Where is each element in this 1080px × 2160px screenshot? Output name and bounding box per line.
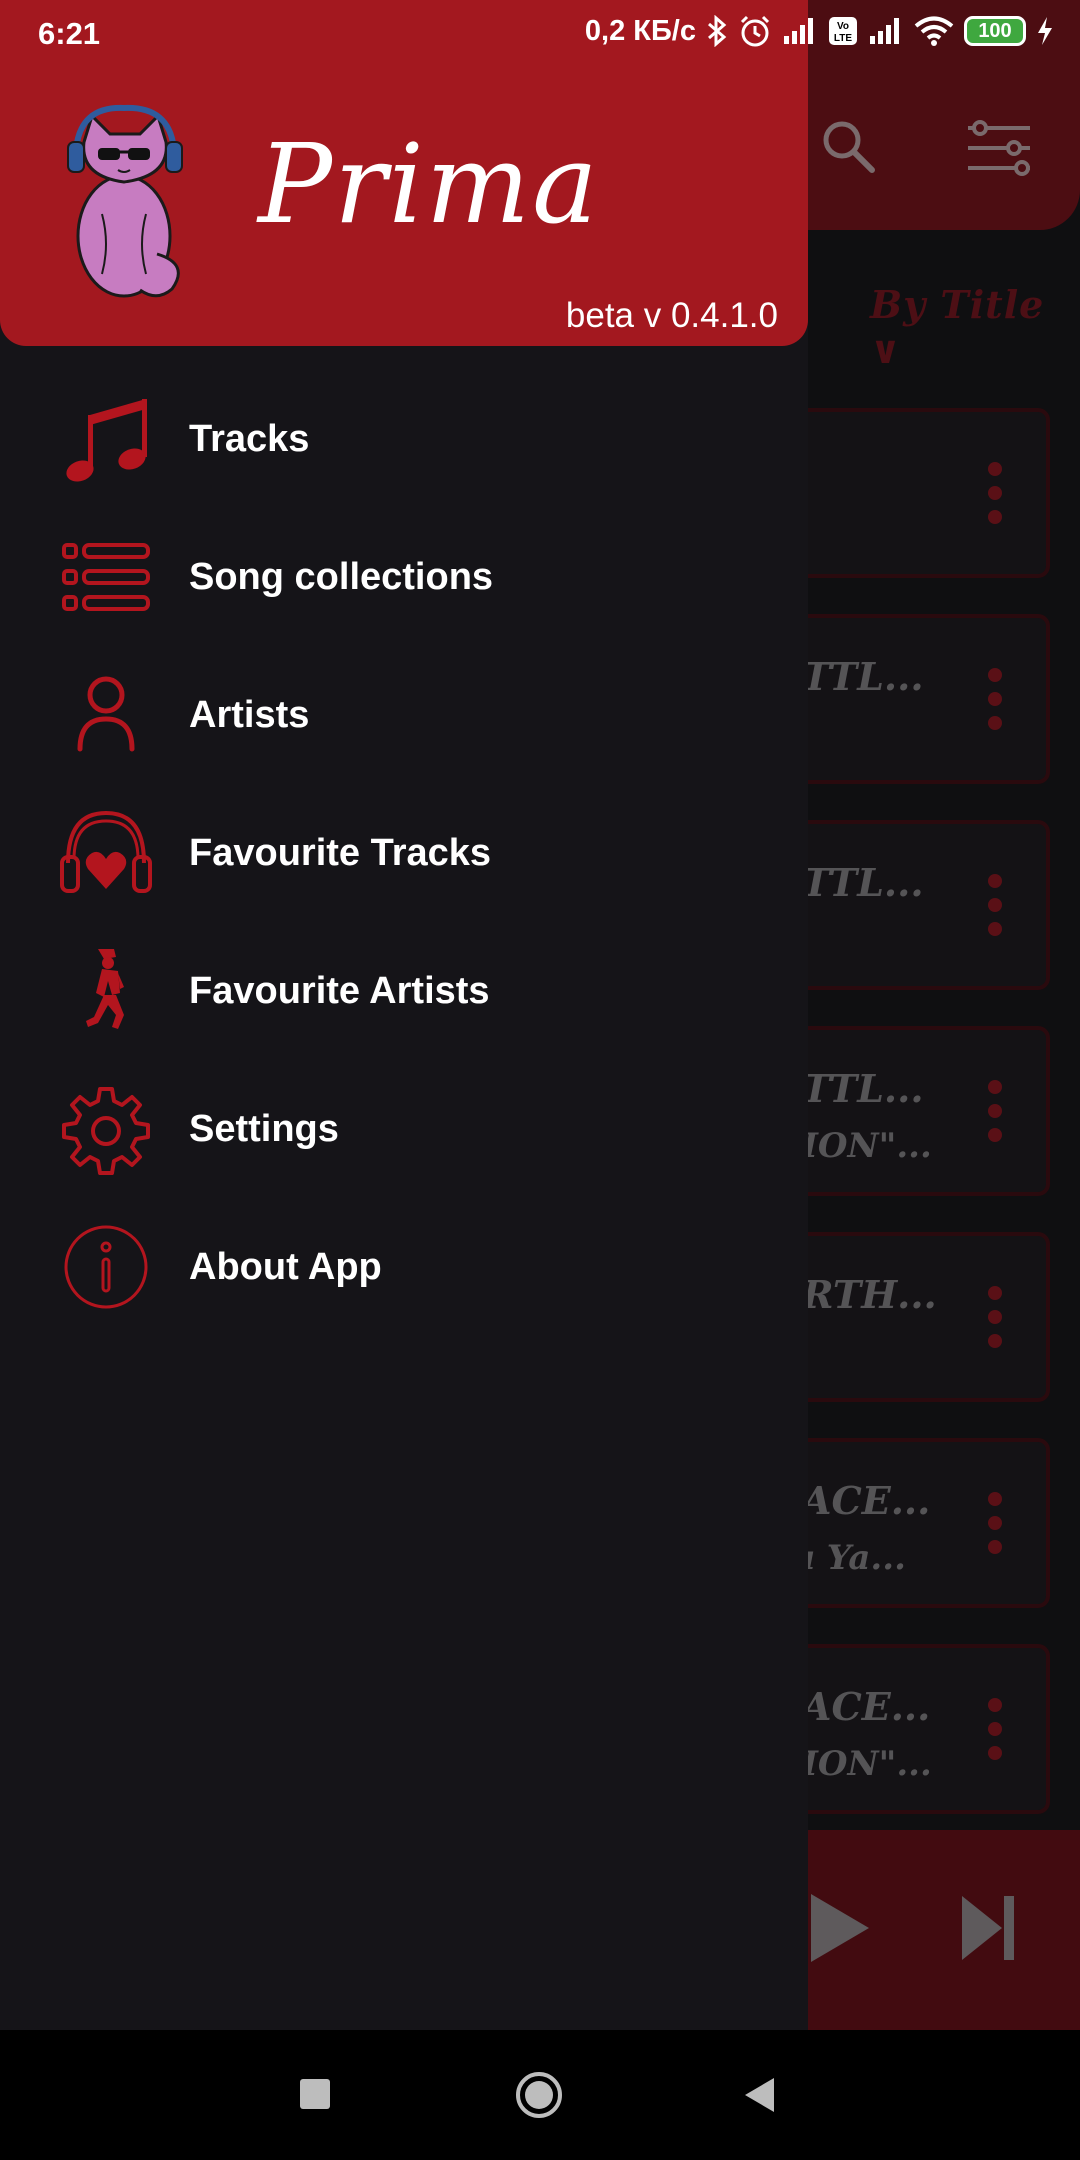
charging-icon [1038,17,1052,45]
gear-icon [58,1081,154,1177]
menu-item-settings[interactable]: Settings [0,1060,808,1198]
alarm-icon [740,15,770,47]
menu-label-favourite-artists: Favourite Artists [189,969,490,1012]
home-button[interactable] [514,2070,564,2120]
menu-label-favourite-tracks: Favourite Tracks [189,831,492,874]
status-time: 6:21 [38,16,101,51]
app-version: beta v 0.4.1.0 [565,296,778,335]
menu-label-about-app: About App [189,1245,382,1288]
more-options-icon[interactable] [988,874,1002,946]
play-icon[interactable] [805,1888,875,1968]
system-navigation-bar [0,2030,1080,2160]
more-options-icon[interactable] [988,1080,1002,1152]
menu-item-favourite-artists[interactable]: Favourite Artists [0,922,808,1060]
music-notes-icon [58,391,154,487]
menu-label-settings: Settings [189,1107,339,1150]
network-speed: 0,2 КБ/с [584,14,696,47]
menu-label-tracks: Tracks [189,417,310,460]
app-title: Prima [258,120,600,248]
search-icon[interactable] [820,118,876,174]
menu-item-favourite-tracks[interactable]: Favourite Tracks [0,784,808,922]
recents-button[interactable] [298,2077,332,2111]
menu-item-tracks[interactable]: Tracks [0,370,808,508]
more-options-icon[interactable] [988,1286,1002,1358]
list-icon [58,529,154,625]
svg-text:LTE: LTE [834,33,852,44]
person-icon [58,667,154,763]
info-icon [58,1219,154,1315]
volte-icon: VoLTE [829,17,857,45]
more-options-icon[interactable] [988,462,1002,534]
menu-item-artists[interactable]: Artists [0,646,808,784]
more-options-icon[interactable] [988,1492,1002,1564]
more-options-icon[interactable] [988,668,1002,740]
cat-with-headphones-logo [67,104,183,298]
signal-icon [868,16,904,46]
sort-dropdown[interactable]: By Title ∨ [870,282,1080,372]
headphones-heart-icon [58,805,154,901]
filter-sliders-icon[interactable] [966,120,1032,176]
menu-item-song-collections[interactable]: Song collections [0,508,808,646]
next-track-icon[interactable] [958,1890,1018,1966]
menu-label-song-collections: Song collections [189,555,494,598]
bluetooth-icon [708,15,727,47]
menu-label-artists: Artists [189,693,310,736]
navigation-drawer: Prima beta v 0.4.1.0 Tracks Song collect… [0,0,808,2030]
dancer-icon [58,943,154,1039]
more-options-icon[interactable] [988,1698,1002,1770]
menu-item-about-app[interactable]: About App [0,1198,808,1336]
svg-text:Vo: Vo [837,21,849,32]
status-bar: 6:21 0,2 КБ/с Vo LTE 100 [0,0,1080,70]
back-button[interactable] [742,2076,778,2114]
signal-icon [782,16,818,46]
wifi-icon [914,16,954,46]
battery-icon: 100 [964,16,1026,46]
